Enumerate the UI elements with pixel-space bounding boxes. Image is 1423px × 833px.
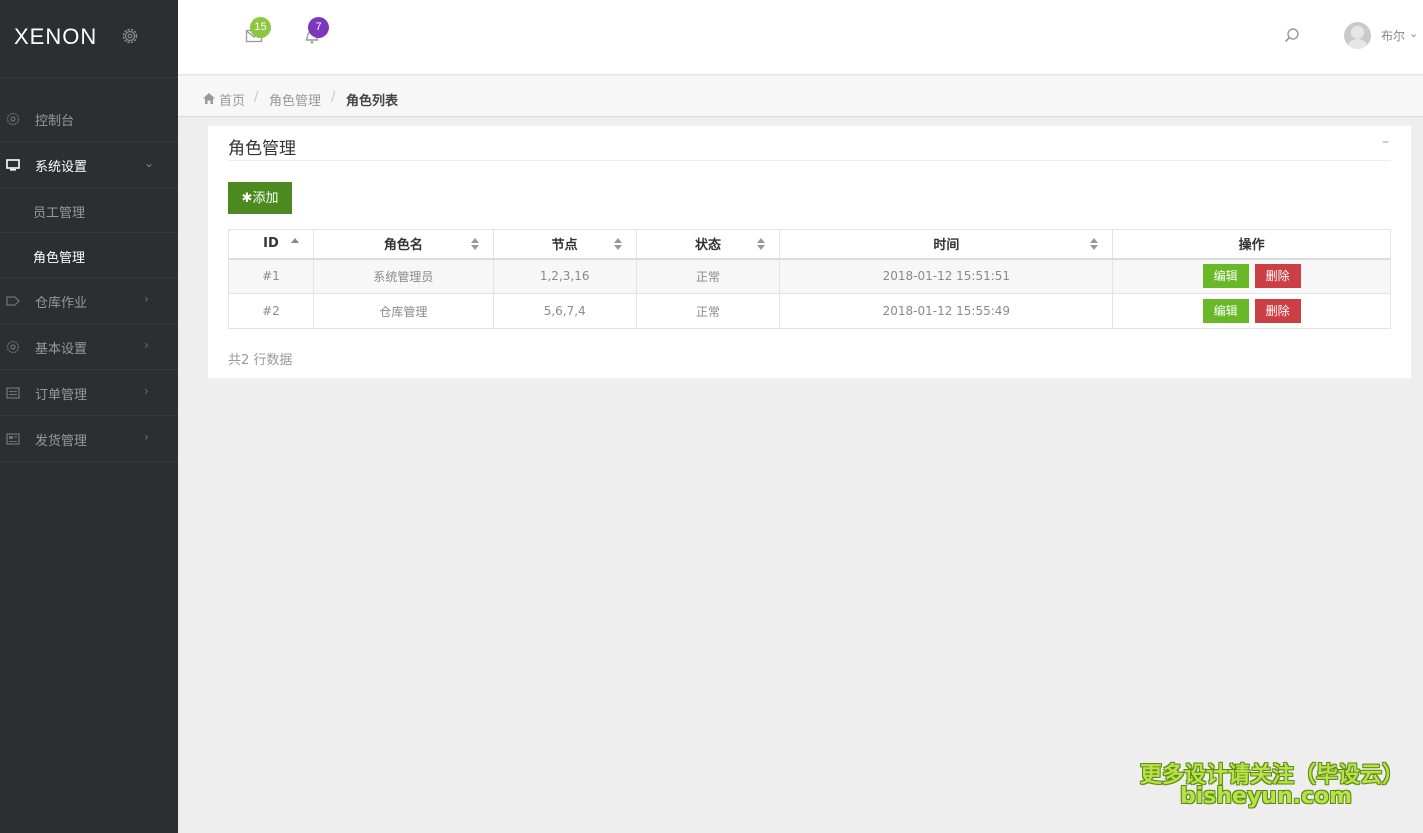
edit-button[interactable]: 编辑 [1202,299,1249,323]
cell-id: #1 [228,258,314,294]
cell-time: 2018-01-12 15:51:51 [779,258,1114,294]
newspaper-icon [6,433,20,445]
edit-button[interactable]: 编辑 [1202,264,1249,289]
column-header-label: 节点 [551,238,578,254]
breadcrumb-current: 角色列表 [346,94,399,109]
sidebar-menu: 控制台 系统设置 ⌄ 员工管理 角色管理 仓库作业 › 基本设置 › 订单管理 … [0,96,178,462]
breadcrumb: 首页 / 角色管理 / 角色列表 [178,76,1423,117]
avatar[interactable] [1344,22,1371,49]
add-role-button[interactable]: ✱添加 [228,182,292,214]
cell-nodes: 5,6,7,4 [492,293,637,329]
sidebar-item-shipping[interactable]: 发货管理 › [0,416,178,462]
column-header-status[interactable]: 状态 [635,229,781,259]
sidebar-item-label: 发货管理 [35,434,88,449]
column-header-label: 操作 [1238,238,1265,254]
sidebar-item-label: 订单管理 [35,388,88,403]
cell-role-name: 系统管理员 [312,258,494,294]
table-header-row: ID 角色名 节点 状态 时间 操作 [228,229,1391,259]
column-header-label: 时间 [933,238,960,254]
breadcrumb-separator: / [331,90,336,105]
breadcrumb-separator: / [254,90,259,105]
cell-actions: 编辑 删除 [1112,258,1391,294]
mail-count-badge: 15 [250,17,271,38]
breadcrumb-home[interactable]: 首页 [219,90,245,109]
column-header-name[interactable]: 角色名 [312,229,494,259]
roles-panel: 角色管理 – ✱添加 ID 角色名 节点 状态 时间 操作 #1 系统管理员 1… [208,126,1411,378]
user-name[interactable]: 布尔 [1381,27,1405,44]
chevron-right-icon: › [144,384,149,398]
sidebar-item-label: 系统设置 [35,160,88,175]
sidebar-item-orders[interactable]: 订单管理 › [0,370,178,416]
column-header-actions: 操作 [1112,229,1391,259]
panel-title: 角色管理 [228,139,296,159]
gear-icon [6,340,20,354]
chevron-right-icon: › [144,430,149,444]
column-header-nodes[interactable]: 节点 [492,229,637,259]
delete-button[interactable]: 删除 [1254,264,1301,289]
sort-icon[interactable] [613,238,622,250]
notification-count-badge: 7 [308,17,329,38]
list-icon [6,387,20,399]
row-count-text: 共2 行数据 [228,353,293,368]
sidebar-item-label: 基本设置 [35,342,88,357]
cell-time: 2018-01-12 15:55:49 [779,293,1114,329]
dashboard-icon [6,112,20,126]
column-header-time[interactable]: 时间 [779,229,1114,259]
sidebar-item-system-settings[interactable]: 系统设置 ⌄ [0,142,178,188]
sort-icon[interactable] [470,238,479,250]
sort-icon[interactable] [1090,238,1099,250]
cell-status: 正常 [635,258,781,294]
delete-button[interactable]: 删除 [1254,299,1301,323]
table-row: #2 仓库管理 5,6,7,4 正常 2018-01-12 15:55:49 编… [228,293,1391,329]
collapse-button[interactable]: – [1382,134,1389,150]
search-icon[interactable] [1283,27,1301,45]
cell-actions: 编辑 删除 [1112,293,1391,329]
sidebar-subitem-roles[interactable]: 角色管理 [0,233,178,278]
sort-ascending-icon[interactable] [290,238,299,244]
breadcrumb-role-management[interactable]: 角色管理 [269,90,321,109]
column-header-label: ID [263,236,279,252]
monitor-icon [6,159,20,171]
logo[interactable]: XENON [14,24,97,50]
chevron-right-icon: › [144,338,149,352]
home-icon [203,93,215,104]
roles-table: ID 角色名 节点 状态 时间 操作 #1 系统管理员 1,2,3,16 正常 … [228,229,1391,329]
sidebar-item-label: 控制台 [35,114,75,129]
column-header-label: 角色名 [383,238,423,254]
chevron-down-icon: ⌄ [144,156,155,170]
table-row: #1 系统管理员 1,2,3,16 正常 2018-01-12 15:51:51… [228,258,1391,294]
cell-nodes: 1,2,3,16 [492,258,637,294]
column-header-id[interactable]: ID [228,229,314,259]
watermark-url: bisheyun.com [1180,784,1353,809]
cell-status: 正常 [635,293,781,329]
sidebar-subitem-label: 员工管理 [33,206,86,221]
logo-bar: XENON [0,0,178,78]
sidebar: XENON 控制台 系统设置 ⌄ 员工管理 角色管理 仓库作业 › 基本设置 ›… [0,0,178,833]
sidebar-subitem-staff[interactable]: 员工管理 [0,188,178,233]
sidebar-item-warehouse[interactable]: 仓库作业 › [0,278,178,324]
sidebar-item-label: 仓库作业 [35,296,88,311]
sidebar-subitem-label: 角色管理 [33,251,86,266]
cell-role-name: 仓库管理 [312,293,494,329]
sidebar-item-dashboard[interactable]: 控制台 [0,96,178,142]
panel-divider [228,160,1391,161]
tag-icon [6,296,20,306]
cell-id: #2 [228,293,314,329]
top-bar: 15 7 布尔 ⌄ [178,0,1423,75]
sort-icon[interactable] [757,238,766,250]
chevron-right-icon: › [144,292,149,306]
column-header-label: 状态 [695,238,722,254]
settings-gear-icon[interactable] [120,26,140,46]
chevron-down-icon[interactable]: ⌄ [1409,27,1418,40]
sidebar-item-basic-settings[interactable]: 基本设置 › [0,324,178,370]
